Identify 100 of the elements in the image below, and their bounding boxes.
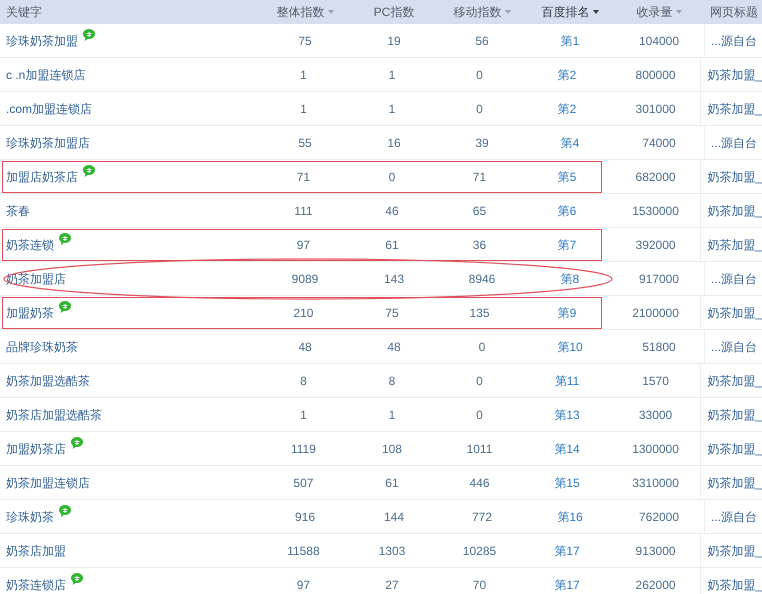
table-cell-text: 33000 [638, 406, 672, 424]
rank-link[interactable]: 第8 [560, 270, 580, 288]
keyword-link[interactable]: 珍珠奶茶加盟店 [6, 134, 90, 152]
rank-link[interactable]: 第2 [558, 66, 576, 84]
table-cell-text: 61 [385, 236, 399, 254]
page-title-link[interactable]: 奶茶加盟_ [707, 372, 762, 390]
table-cell-text: 111 [294, 202, 313, 220]
page-title-link[interactable]: 奶茶加盟_ [707, 168, 762, 186]
table-cell-text: 1 [300, 66, 307, 84]
page-title-link[interactable]: 奶茶加盟_ [707, 236, 762, 254]
chat-bubble-icon [58, 300, 72, 314]
page-title-link[interactable]: 奶茶加盟_ [707, 202, 762, 220]
rank-link[interactable]: 第4 [560, 134, 580, 152]
column-header[interactable]: 整体指数 [276, 3, 334, 21]
table-cell-text: 97 [296, 576, 310, 594]
keyword-link[interactable]: 奶茶加盟选酷茶 [6, 372, 90, 390]
table-cell-text: 1119 [290, 440, 316, 458]
keyword-link[interactable]: 加盟店奶茶店 [6, 168, 78, 186]
rank-link[interactable]: 第10 [557, 338, 583, 356]
table-cell-text: 1011 [466, 440, 492, 458]
table-cell-text: 1 [388, 406, 396, 424]
page-title-link[interactable]: ...源自台 [711, 270, 758, 288]
keyword-link[interactable]: 品牌珍珠奶茶 [6, 338, 78, 356]
table-cell-text: 51800 [642, 338, 676, 356]
keyword-link[interactable]: 奶茶加盟连锁店 [6, 474, 90, 492]
table-cell-text: 762000 [638, 508, 680, 526]
table-cell-text: 0 [476, 66, 483, 84]
chat-bubble-icon [70, 436, 84, 450]
table-cell-text: 800000 [636, 66, 676, 84]
table-cell-text: 8 [300, 372, 307, 390]
keyword-link[interactable]: .com加盟连锁店 [6, 100, 92, 118]
table-cell-text: 0 [476, 100, 483, 118]
page-title-link[interactable]: 奶茶加盟_ [707, 576, 762, 594]
column-header[interactable]: 收录量 [636, 3, 682, 21]
table-cell-text: 3310000 [632, 474, 679, 492]
table-cell-text: 144 [384, 508, 404, 526]
column-header[interactable]: 移动指数 [454, 3, 510, 21]
table-cell-text: 507 [293, 474, 314, 492]
keyword-link[interactable]: 茶春 [6, 202, 30, 220]
keyword-link[interactable]: 加盟奶茶店 [6, 440, 66, 458]
rank-link[interactable]: 第15 [554, 474, 580, 492]
table-cell-text: 19 [387, 32, 401, 50]
table-cell-text: 1 [388, 100, 396, 118]
page-title-link[interactable]: 奶茶加盟_ [707, 304, 762, 322]
keyword-link[interactable]: 珍珠奶茶加盟 [6, 32, 78, 50]
page-title-link[interactable]: 奶茶加盟_ [707, 100, 762, 118]
keyword-link[interactable]: 奶茶店加盟选酷茶 [6, 406, 102, 424]
table-cell-text: 772 [472, 508, 492, 526]
table-cell-text: 11588 [287, 542, 320, 560]
keyword-link[interactable]: 奶茶店加盟 [6, 542, 66, 560]
page-title-link[interactable]: 奶茶加盟_ [707, 406, 762, 424]
table-cell-text: 682000 [636, 168, 676, 186]
table-cell-text: 1303 [378, 542, 406, 560]
table-cell-text: 56 [475, 32, 489, 50]
keyword-link[interactable]: c .n加盟连锁店 [6, 66, 86, 84]
table-cell-text: 210 [293, 304, 314, 322]
rank-link[interactable]: 第14 [554, 440, 580, 458]
rank-link[interactable]: 第11 [554, 372, 580, 390]
table-cell-text: 75 [385, 304, 399, 322]
table-cell-text: 301000 [636, 100, 676, 118]
page-title-link[interactable]: 奶茶加盟_ [707, 474, 762, 492]
table-cell-text: 48 [298, 338, 312, 356]
column-header: 关键字 [6, 4, 42, 21]
page-title-link[interactable]: ...源自台 [711, 32, 758, 50]
chat-bubble-icon [70, 572, 84, 586]
keyword-link[interactable]: 加盟奶茶 [6, 304, 54, 322]
table-cell-text: 9089 [292, 270, 318, 288]
rank-link[interactable]: 第1 [560, 32, 580, 50]
table-cell-text: 16 [387, 134, 401, 152]
chat-bubble-icon [82, 28, 96, 42]
column-header: 网页标题 [710, 4, 758, 21]
table-cell-text: 1 [388, 66, 396, 84]
page-title-link[interactable]: 奶茶加盟_ [707, 66, 762, 84]
rank-link[interactable]: 第6 [558, 202, 576, 220]
table-cell-text: 1 [300, 406, 307, 424]
rank-link[interactable]: 第5 [558, 168, 576, 186]
rank-link[interactable]: 第9 [558, 304, 576, 322]
rank-link[interactable]: 第16 [557, 508, 583, 526]
keyword-link[interactable]: 珍珠奶茶 [6, 508, 54, 526]
page-title-link[interactable]: ...源自台 [711, 134, 758, 152]
table-cell-text: 36 [472, 236, 486, 254]
table-cell-text: 0 [388, 168, 396, 186]
table-cell-text: 135 [469, 304, 490, 322]
keyword-link[interactable]: 奶茶连锁 [6, 236, 54, 254]
rank-link[interactable]: 第13 [554, 406, 580, 424]
page-title-link[interactable]: 奶茶加盟_ [707, 440, 762, 458]
page-title-link[interactable]: ...源自台 [711, 508, 758, 526]
column-header: PC指数 [374, 4, 414, 21]
table-cell-text: 74000 [642, 134, 676, 152]
rank-link[interactable]: 第17 [554, 576, 580, 594]
rank-link[interactable]: 第2 [558, 100, 576, 118]
table-cell-text: 61 [385, 474, 399, 492]
rank-link[interactable]: 第17 [554, 542, 580, 560]
table-cell-text: 446 [469, 474, 490, 492]
keyword-link[interactable]: 奶茶连锁店 [6, 576, 66, 594]
table-cell-text: 71 [296, 168, 310, 186]
page-title-link[interactable]: 奶茶加盟_ [707, 542, 762, 560]
rank-link[interactable]: 第7 [558, 236, 576, 254]
page-title-link[interactable]: ...源自台 [711, 338, 758, 356]
column-header[interactable]: 百度排名 [542, 3, 598, 21]
